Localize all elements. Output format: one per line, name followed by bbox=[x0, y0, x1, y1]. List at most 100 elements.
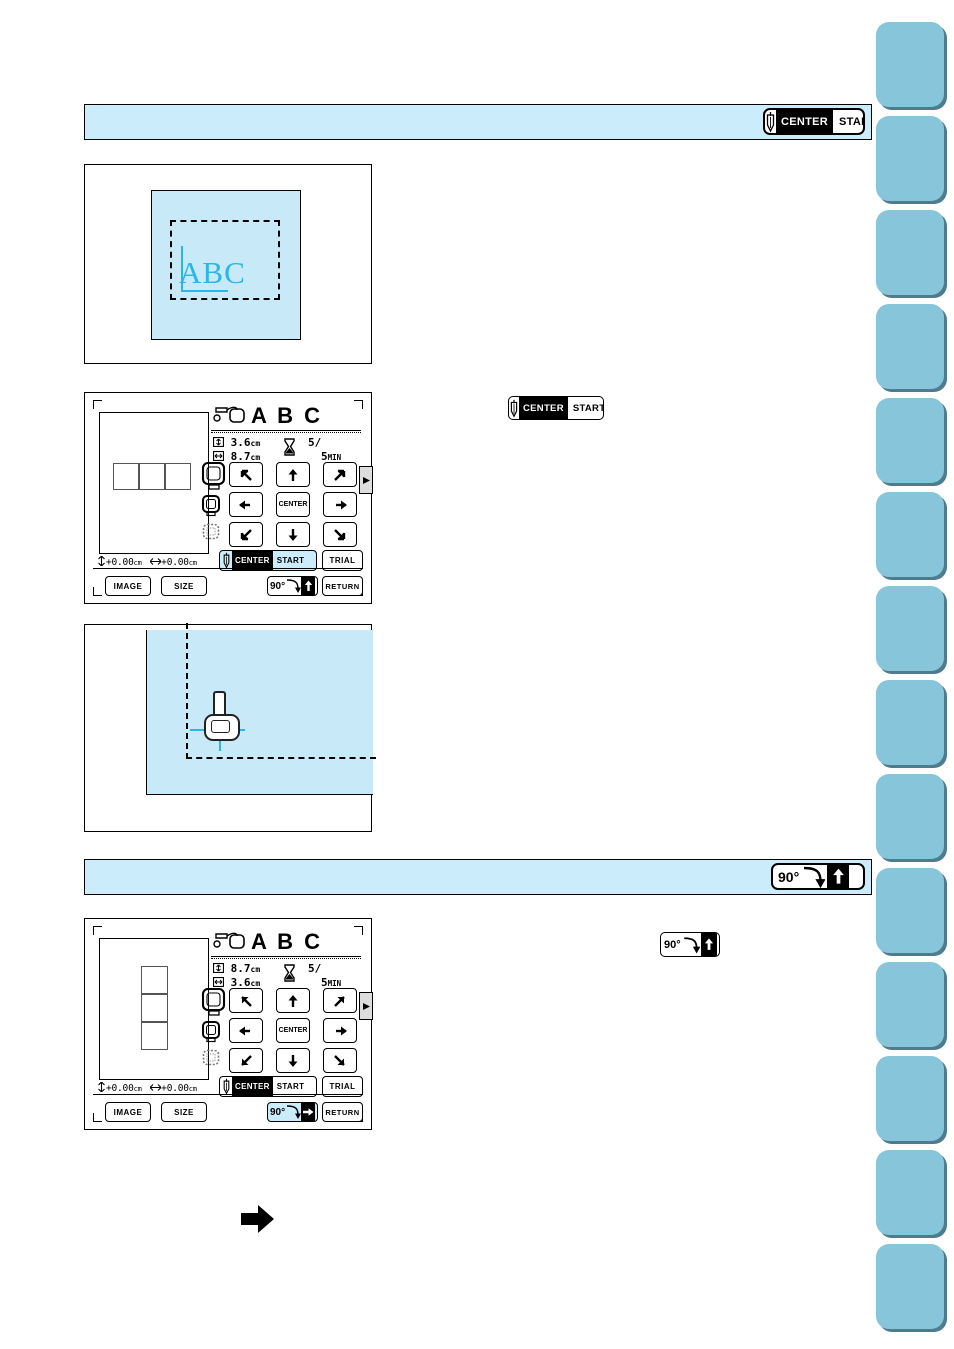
lcd-bracket-bl bbox=[93, 587, 102, 596]
design-width-unit: cm bbox=[250, 453, 261, 462]
arrow-down-left-icon bbox=[241, 1054, 252, 1066]
hoop-small-icon bbox=[202, 1049, 220, 1066]
side-tab-3[interactable] bbox=[876, 210, 944, 295]
hoop-size-indicators bbox=[201, 462, 227, 550]
design-height-unit: cm bbox=[250, 965, 261, 974]
banner-rotate-button[interactable]: 90° bbox=[771, 863, 865, 890]
return-button[interactable]: RETURN bbox=[322, 576, 363, 596]
rotate-direction-icon-box bbox=[301, 577, 316, 595]
side-tab-5[interactable] bbox=[876, 398, 944, 483]
side-tab-7[interactable] bbox=[876, 586, 944, 671]
stitch-progress: 5/ bbox=[308, 436, 321, 449]
hoop-medium-icon bbox=[202, 495, 220, 517]
hoop-large-icon bbox=[201, 988, 226, 1016]
side-tab-8[interactable] bbox=[876, 680, 944, 765]
move-down-key[interactable] bbox=[276, 1048, 310, 1073]
move-up-key[interactable] bbox=[276, 462, 310, 487]
rotate-curve-icon bbox=[287, 579, 302, 593]
vertical-arrow-icon bbox=[98, 1081, 105, 1093]
hoop-medium-icon bbox=[202, 1021, 220, 1043]
arrow-right-icon bbox=[241, 1205, 274, 1233]
coord-vertical-value: +0.00 bbox=[106, 1083, 134, 1094]
move-down-right-key[interactable] bbox=[323, 1048, 357, 1073]
lcd-bracket-tl bbox=[93, 400, 102, 409]
center-key[interactable]: CENTER bbox=[276, 1018, 310, 1043]
side-tab-6[interactable] bbox=[876, 492, 944, 577]
move-up-key[interactable] bbox=[276, 988, 310, 1013]
move-left-key[interactable] bbox=[229, 492, 263, 517]
preview-cell bbox=[113, 463, 139, 490]
arrow-left-icon bbox=[239, 500, 250, 509]
banner-center-start-button[interactable]: CENTER START bbox=[763, 108, 865, 135]
move-up-right-key[interactable] bbox=[323, 462, 357, 487]
preview-cell bbox=[141, 966, 168, 994]
move-right-key[interactable] bbox=[323, 492, 357, 517]
arrow-up-icon bbox=[704, 938, 713, 950]
move-down-left-key[interactable] bbox=[229, 522, 263, 547]
move-down-left-key[interactable] bbox=[229, 1048, 263, 1073]
center-key-label: CENTER bbox=[278, 1027, 308, 1034]
side-tab-14[interactable] bbox=[876, 1244, 944, 1329]
side-tab-9[interactable] bbox=[876, 774, 944, 859]
next-page-tab[interactable] bbox=[359, 466, 373, 494]
lcd-rotate-button-selected[interactable]: 90° bbox=[267, 1102, 318, 1122]
banner-center-label: CENTER bbox=[776, 110, 834, 133]
move-down-key[interactable] bbox=[276, 522, 310, 547]
design-title-row: A B C bbox=[213, 929, 363, 956]
inline-rotate-button[interactable]: 90° bbox=[660, 932, 720, 957]
lcd-rotate-button[interactable]: 90° bbox=[267, 576, 318, 596]
side-tab-13[interactable] bbox=[876, 1150, 944, 1235]
banner-start-label: START bbox=[839, 115, 863, 128]
rotate-degree-label: 90° bbox=[270, 1106, 286, 1118]
rotate-direction-icon-box bbox=[301, 1103, 316, 1121]
arrow-up-icon bbox=[288, 468, 298, 481]
banner-rotate-arrow-box bbox=[827, 865, 850, 888]
side-tab-10[interactable] bbox=[876, 868, 944, 953]
center-key-label: CENTER bbox=[278, 501, 308, 508]
arrow-up-right-icon bbox=[334, 469, 346, 481]
hoop-large-icon bbox=[201, 462, 226, 490]
height-icon bbox=[212, 962, 225, 974]
stitch-count: 5 bbox=[308, 962, 315, 975]
rotate-degree-label: 90° bbox=[270, 580, 286, 592]
next-page-tab[interactable] bbox=[359, 992, 373, 1020]
move-down-right-key[interactable] bbox=[323, 522, 357, 547]
lcd-bottom-divider bbox=[93, 568, 363, 569]
hoop-small-icon bbox=[202, 523, 220, 540]
side-tab-4[interactable] bbox=[876, 304, 944, 389]
move-right-key[interactable] bbox=[323, 1018, 357, 1043]
inline-rotate-degree: 90° bbox=[664, 938, 681, 951]
height-icon bbox=[212, 436, 225, 448]
center-key[interactable]: CENTER bbox=[276, 492, 310, 517]
size-button[interactable]: SIZE bbox=[161, 1102, 207, 1122]
stitch-count: 5 bbox=[308, 436, 315, 449]
design-height-value: 3.6 bbox=[230, 436, 251, 449]
side-tab-1[interactable] bbox=[876, 22, 944, 107]
move-left-key[interactable] bbox=[229, 1018, 263, 1043]
side-tab-column bbox=[872, 0, 954, 1349]
move-up-right-key[interactable] bbox=[323, 988, 357, 1013]
move-up-left-key[interactable] bbox=[229, 462, 263, 487]
side-tab-11[interactable] bbox=[876, 962, 944, 1047]
hourglass-icon bbox=[284, 438, 295, 456]
image-button[interactable]: IMAGE bbox=[105, 1102, 151, 1122]
arrow-up-left-icon bbox=[240, 469, 252, 481]
arrow-right-icon bbox=[303, 1108, 314, 1116]
inline-start-label: START bbox=[572, 402, 604, 414]
position-coordinates: +0.00cm +0.00cm bbox=[97, 555, 217, 568]
section-banner-rotate: 90° bbox=[84, 859, 872, 895]
image-button[interactable]: IMAGE bbox=[105, 576, 151, 596]
coord-vertical-unit: cm bbox=[133, 1085, 142, 1093]
design-height-unit: cm bbox=[250, 439, 261, 448]
arrow-down-right-icon bbox=[334, 1054, 345, 1066]
needle-icon bbox=[509, 397, 519, 419]
preview-cell bbox=[165, 463, 191, 490]
side-tab-12[interactable] bbox=[876, 1056, 944, 1141]
side-tab-2[interactable] bbox=[876, 116, 944, 201]
return-button[interactable]: RETURN bbox=[322, 1102, 363, 1122]
size-button[interactable]: SIZE bbox=[161, 576, 207, 596]
design-height-row: 8.7cm bbox=[212, 962, 261, 976]
inline-center-start-button[interactable]: CENTER START bbox=[508, 396, 604, 420]
move-up-left-key[interactable] bbox=[229, 988, 263, 1013]
pattern-icon bbox=[213, 932, 245, 949]
